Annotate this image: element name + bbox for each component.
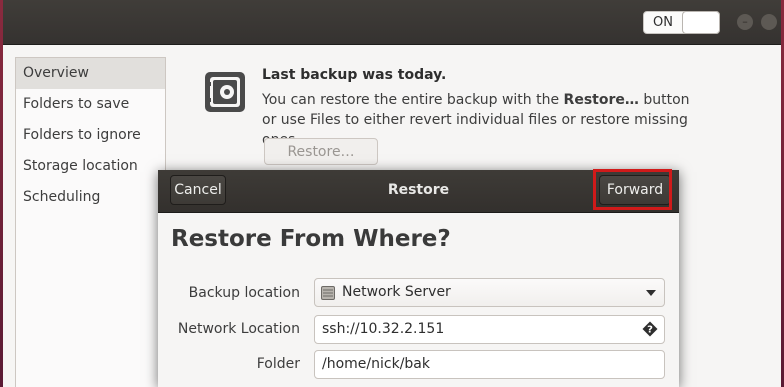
sidebar-item-storage-location[interactable]: Storage location: [16, 151, 165, 182]
network-location-field[interactable]: ssh://10.32.2.151 ?: [314, 315, 665, 344]
help-icon[interactable]: ?: [642, 321, 658, 337]
sidebar-item-folders-to-save[interactable]: Folders to save: [16, 89, 165, 120]
backup-location-value: Network Server: [342, 284, 451, 300]
backup-on-switch[interactable]: ON: [643, 11, 720, 34]
sidebar: Overview Folders to save Folders to igno…: [15, 57, 166, 387]
network-location-value: ssh://10.32.2.151: [322, 321, 445, 337]
sidebar-item-scheduling[interactable]: Scheduling: [16, 182, 165, 213]
folder-value: /home/nick/bak: [322, 356, 430, 372]
folder-label: Folder: [256, 356, 300, 372]
backup-status-title: Last backup was today.: [262, 67, 447, 83]
restore-dialog: Cancel Restore Forward Restore From Wher…: [158, 169, 679, 387]
forward-highlight-box: [593, 169, 672, 210]
sidebar-item-folders-to-ignore[interactable]: Folders to ignore: [16, 120, 165, 151]
folder-field[interactable]: /home/nick/bak: [314, 350, 665, 379]
backup-desc-bold: Restore…: [563, 92, 639, 108]
backup-location-label: Backup location: [188, 285, 300, 301]
svg-text:?: ?: [647, 325, 653, 336]
network-location-label: Network Location: [177, 321, 300, 337]
close-icon[interactable]: [761, 14, 777, 30]
backup-location-combo[interactable]: Network Server: [314, 278, 665, 307]
dialog-headerbar: Cancel Restore Forward: [158, 169, 679, 213]
sidebar-item-overview[interactable]: Overview: [16, 58, 165, 89]
restore-button[interactable]: Restore…: [264, 138, 378, 165]
minimize-icon[interactable]: –: [737, 14, 753, 30]
backup-desc-part1: You can restore the entire backup with t…: [262, 92, 564, 108]
switch-label: ON: [653, 15, 673, 30]
switch-knob[interactable]: [682, 11, 720, 34]
network-server-icon: [321, 286, 335, 300]
safe-icon: [205, 72, 245, 112]
window-headerbar: ON –: [3, 0, 781, 45]
dialog-heading: Restore From Where?: [171, 226, 451, 252]
chevron-down-icon: [646, 290, 656, 296]
